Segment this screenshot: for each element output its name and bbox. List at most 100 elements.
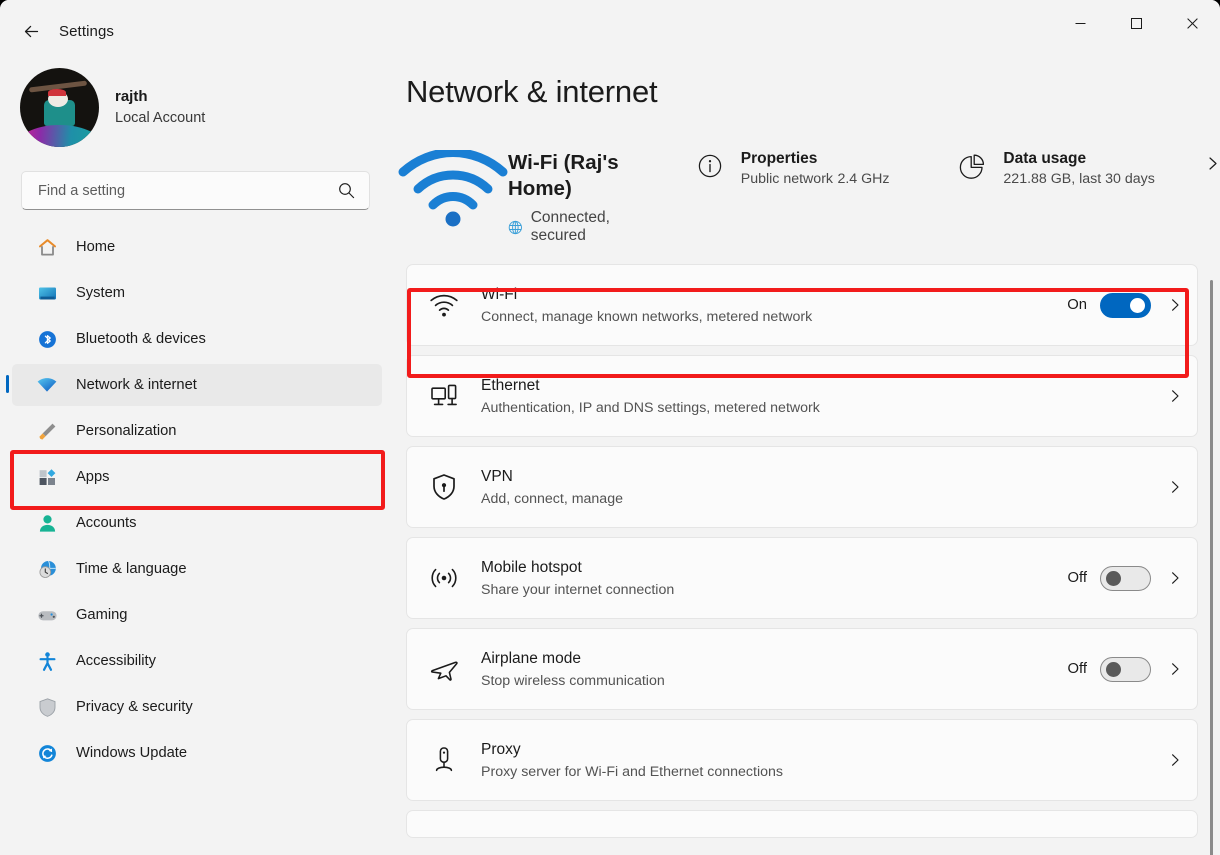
card-chevron[interactable] [1167,662,1183,676]
network-wifi-icon [36,374,58,396]
card-subtitle: Authentication, IP and DNS settings, met… [481,398,1151,418]
gamepad-icon [36,604,58,626]
account-type: Local Account [115,108,205,128]
search-box[interactable] [21,171,370,210]
hotspot-icon [407,565,481,591]
sidebar-item-system[interactable]: System [12,272,382,314]
chevron-right-icon [1168,662,1182,676]
avatar [20,68,99,147]
sidebar-item-time-language[interactable]: Time & language [12,548,382,590]
card-subtitle: Connect, manage known networks, metered … [481,307,1067,327]
card-chevron[interactable] [1167,571,1183,585]
card-wifi[interactable]: Wi-Fi Connect, manage known networks, me… [406,264,1198,346]
sidebar-item-label: Apps [76,469,109,485]
sidebar-item-label: Gaming [76,607,127,623]
sidebar-item-label: System [76,285,125,301]
data-usage-amount: 221.88 GB, last 30 days [1003,171,1154,187]
info-circle-icon [695,151,725,181]
sidebar-item-bluetooth[interactable]: Bluetooth & devices [12,318,382,360]
search-icon[interactable] [338,182,355,199]
wifi-toggle-state: On [1067,297,1087,313]
properties-action[interactable]: Properties Public network 2.4 GHz [695,138,914,189]
card-chevron[interactable] [1167,389,1183,403]
card-title: VPN [481,466,1151,488]
card-subtitle: Stop wireless communication [481,671,1068,691]
shield-icon [36,696,58,718]
sidebar-item-accounts[interactable]: Accounts [12,502,382,544]
bluetooth-icon [36,328,58,350]
sidebar-item-label: Personalization [76,423,176,439]
sidebar-item-label: Privacy & security [76,699,193,715]
sidebar-item-label: Network & internet [76,377,197,393]
close-button[interactable] [1164,0,1220,47]
minimize-button[interactable] [1052,0,1108,47]
back-button[interactable] [12,14,50,48]
chevron-right-icon [1168,753,1182,767]
card-next-partial[interactable] [406,810,1198,838]
ethernet-icon [407,383,481,409]
connection-status-text: Connected, secured [531,209,651,245]
account-block[interactable]: rajth Local Account [20,68,392,147]
minimize-icon [1075,18,1086,29]
data-usage-chevron[interactable] [1205,138,1220,176]
system-icon [36,282,58,304]
card-chevron[interactable] [1167,298,1183,312]
pie-chart-icon [957,151,987,181]
paintbrush-icon [36,420,58,442]
network-identity: Wi-Fi (Raj's Home) Connected, secured [508,138,651,245]
card-title: Wi-Fi [481,284,1067,306]
sidebar-item-personalization[interactable]: Personalization [12,410,382,452]
sidebar-item-accessibility[interactable]: Accessibility [12,640,382,682]
sidebar-item-gaming[interactable]: Gaming [12,594,382,636]
wifi-toggle[interactable] [1100,293,1151,318]
card-subtitle: Share your internet connection [481,580,1068,600]
content-scrollbar-thumb[interactable] [1210,280,1213,855]
network-name: Wi-Fi (Raj's Home) [508,150,651,202]
sidebar-item-home[interactable]: Home [12,226,382,268]
card-title: Ethernet [481,375,1151,397]
card-mobile-hotspot[interactable]: Mobile hotspot Share your internet conne… [406,537,1198,619]
clock-globe-icon [36,558,58,580]
window-controls [1052,0,1220,47]
settings-card-list: Wi-Fi Connect, manage known networks, me… [392,264,1220,855]
airplane-toggle[interactable] [1100,657,1151,682]
card-proxy[interactable]: Proxy Proxy server for Wi-Fi and Etherne… [406,719,1198,801]
search-input[interactable] [38,183,338,199]
wifi-signal-icon [398,138,508,228]
card-chevron[interactable] [1167,753,1183,767]
maximize-button[interactable] [1108,0,1164,47]
chevron-right-icon [1168,480,1182,494]
card-airplane-mode[interactable]: Airplane mode Stop wireless communicatio… [406,628,1198,710]
sidebar-item-apps[interactable]: Apps [12,456,382,498]
card-ethernet[interactable]: Ethernet Authentication, IP and DNS sett… [406,355,1198,437]
proxy-icon [407,746,481,774]
sidebar-item-network-internet[interactable]: Network & internet [12,364,382,406]
sidebar-item-privacy-security[interactable]: Privacy & security [12,686,382,728]
sidebar-item-label: Bluetooth & devices [76,331,206,347]
globe-icon [508,219,523,236]
hotspot-toggle[interactable] [1100,566,1151,591]
sidebar-item-label: Time & language [76,561,187,577]
card-title: Proxy [481,739,1151,761]
wifi-icon [407,293,481,318]
data-usage-action[interactable]: Data usage 221.88 GB, last 30 days [957,138,1183,189]
card-vpn[interactable]: VPN Add, connect, manage [406,446,1198,528]
back-arrow-icon [22,22,41,41]
properties-title: Properties [741,150,818,167]
chevron-right-icon [1168,389,1182,403]
card-subtitle: Proxy server for Wi-Fi and Ethernet conn… [481,762,1151,782]
sidebar-item-windows-update[interactable]: Windows Update [12,732,382,774]
sidebar-item-label: Accounts [76,515,136,531]
chevron-right-icon [1168,298,1182,312]
chevron-right-icon [1168,571,1182,585]
card-chevron[interactable] [1167,480,1183,494]
home-icon [36,236,58,258]
sidebar-item-label: Accessibility [76,653,156,669]
content-pane: Network & internet Wi-Fi (Raj's Home) [392,62,1220,855]
chevron-right-icon [1205,156,1220,171]
settings-window: Settings [0,0,1220,855]
vpn-shield-icon [407,473,481,501]
data-usage-title: Data usage [1003,150,1086,167]
properties-network-type: Public network [741,171,833,187]
account-name: rajth [115,87,205,107]
